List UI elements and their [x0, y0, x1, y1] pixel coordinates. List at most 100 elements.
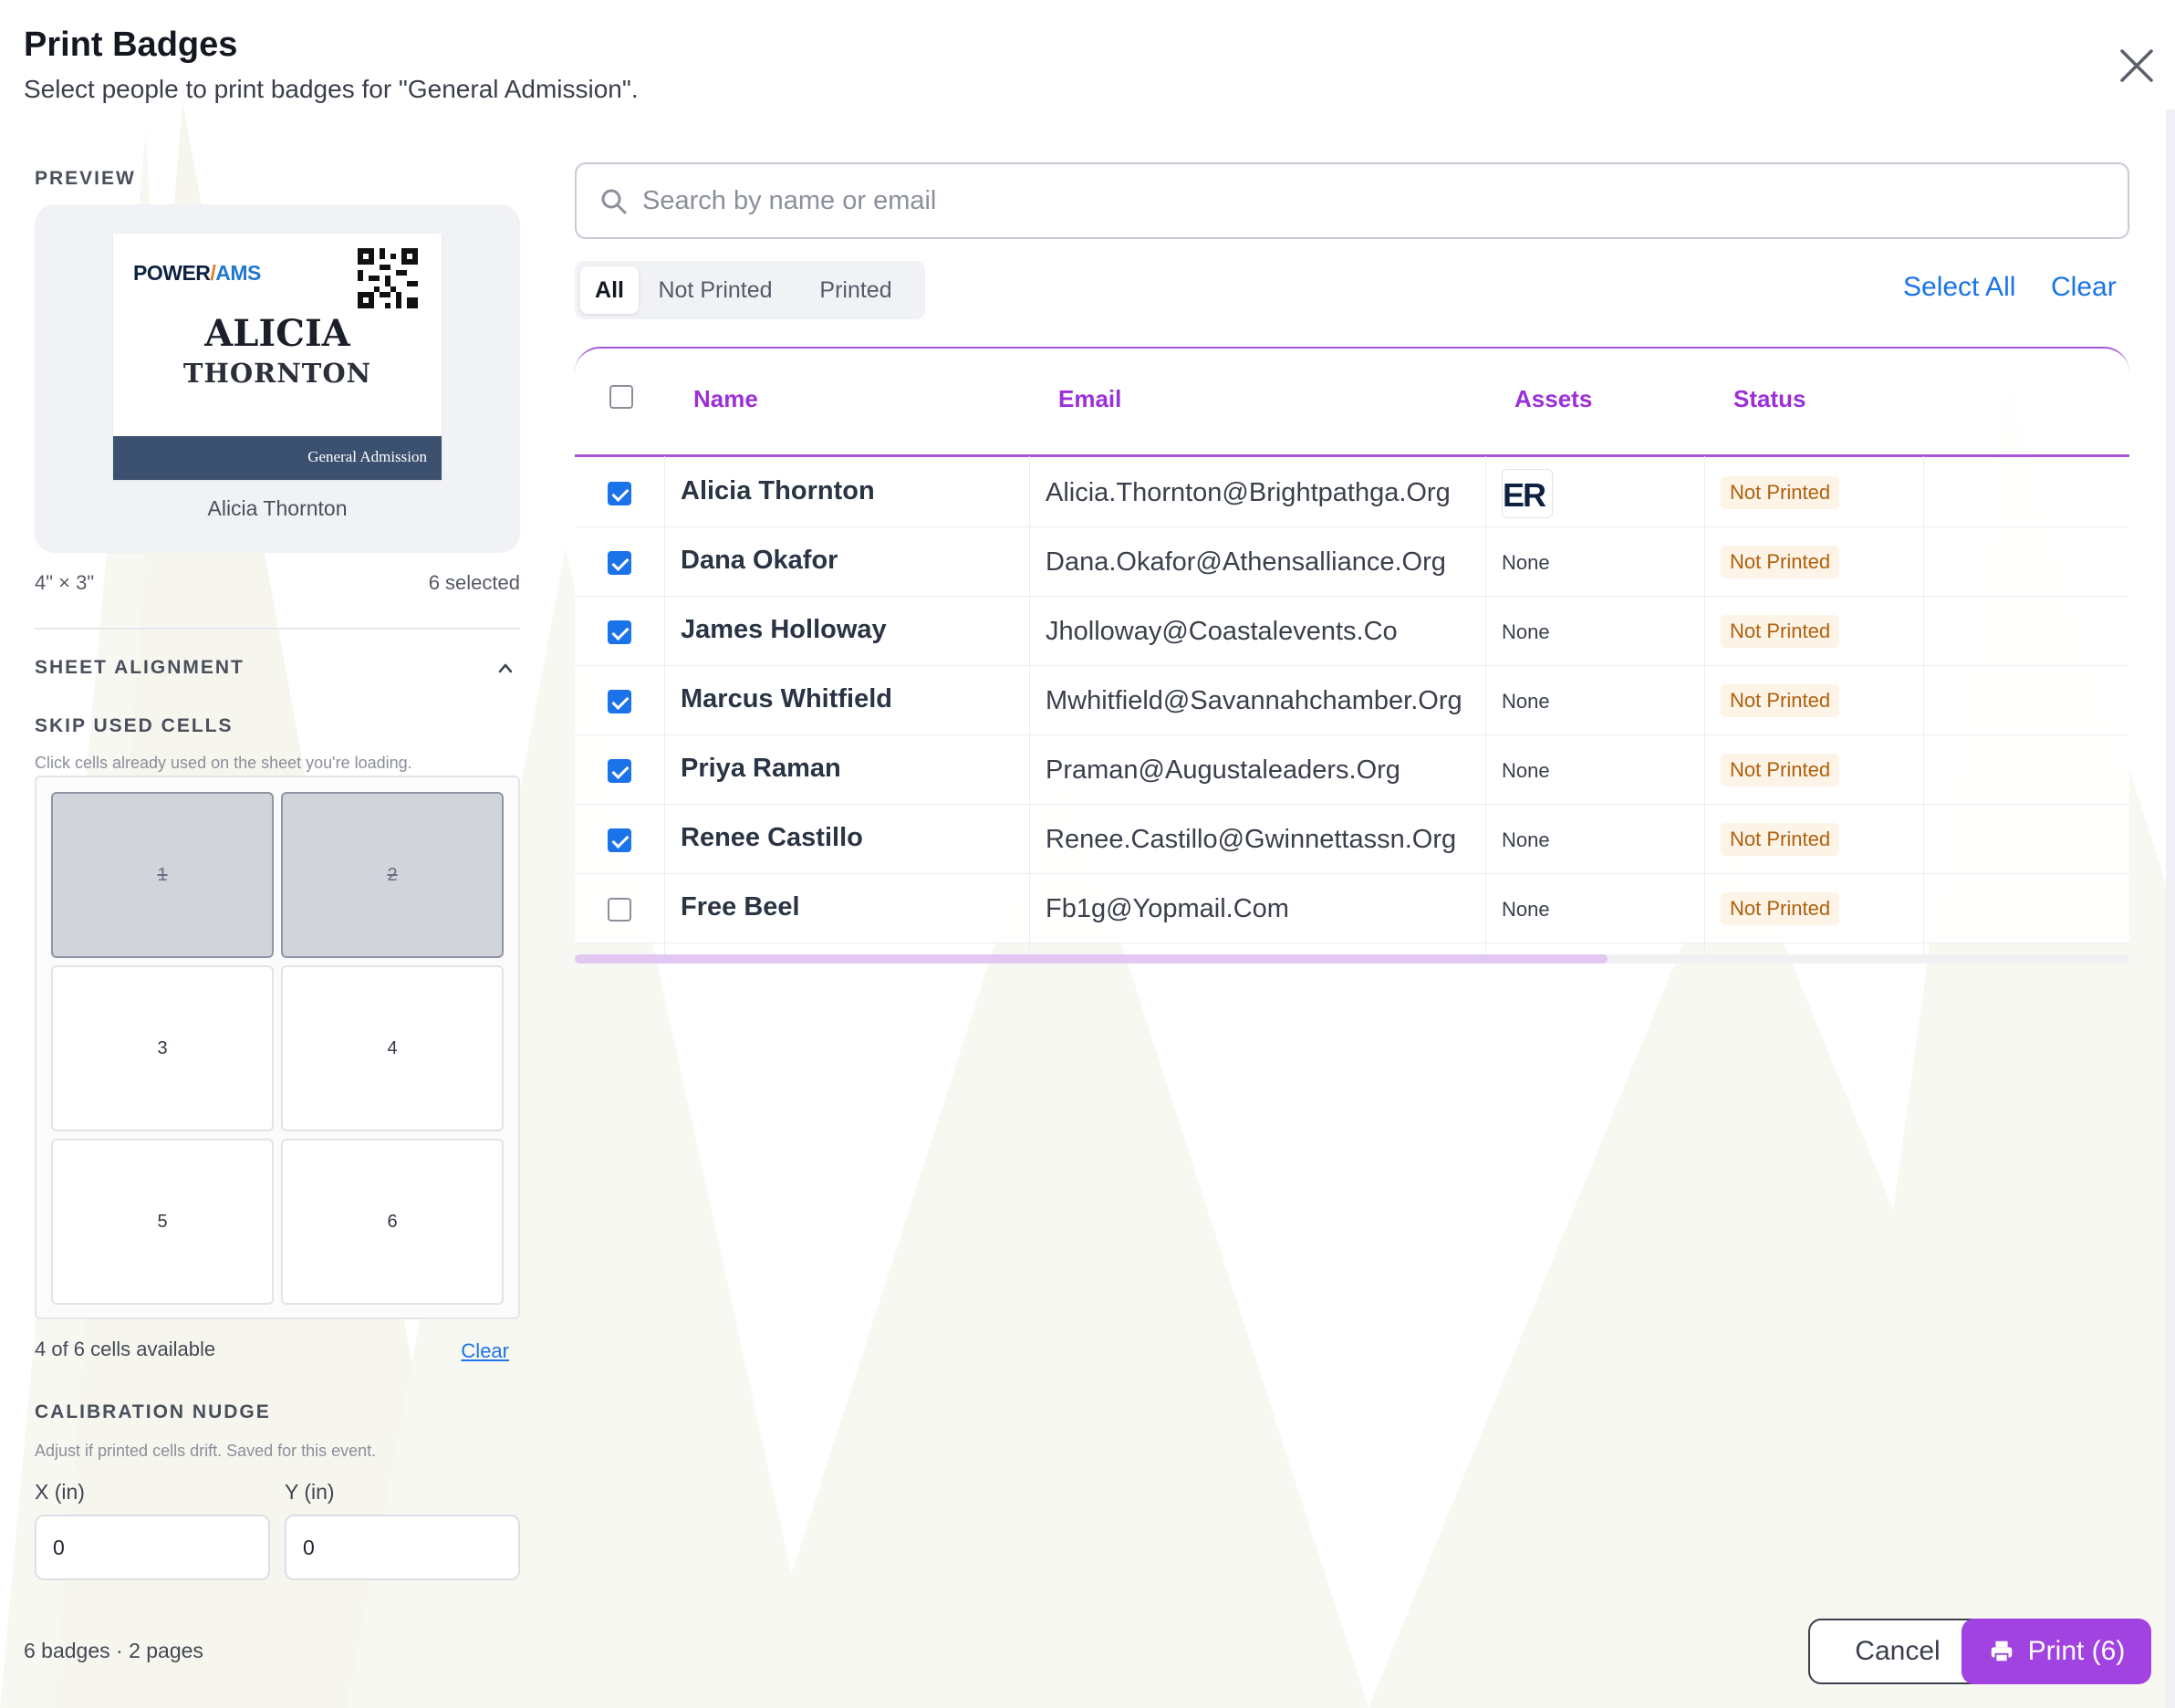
row-checkbox[interactable]	[608, 898, 631, 922]
x-offset-input[interactable]	[35, 1515, 270, 1580]
table-row[interactable]: Alicia Thornton Alicia.Thornton@Brightpa…	[575, 458, 2129, 527]
row-email: Alicia.Thornton@Brightpathga.Org	[1046, 478, 1451, 507]
row-assets: None	[1502, 690, 1550, 713]
tab-not-printed[interactable]: Not Printed	[646, 266, 785, 314]
table-row[interactable]: Free Beel Fb1g@Yopmail.Com None Not Prin…	[575, 874, 2129, 943]
column-header-assets[interactable]: Assets	[1514, 385, 1592, 413]
search-box	[575, 162, 2129, 239]
row-name: Renee Castillo	[681, 823, 863, 852]
print-button-label: Print (6)	[2027, 1636, 2126, 1666]
row-name: Marcus Whitfield	[681, 684, 893, 713]
clear-cells-link[interactable]: Clear	[420, 1339, 509, 1363]
row-checkbox[interactable]	[608, 828, 631, 852]
table-row[interactable]: Marcus Whitfield Mwhitfield@Savannahcham…	[575, 666, 2129, 735]
y-offset-input[interactable]	[285, 1515, 520, 1580]
row-assets: None	[1502, 620, 1550, 643]
table-row[interactable]: Dana Okafor Dana.Okafor@Athensalliance.O…	[575, 527, 2129, 597]
table-row[interactable]: James Holloway Jholloway@Coastalevents.C…	[575, 597, 2129, 666]
asset-thumbnail[interactable]: ER	[1502, 469, 1553, 518]
chevron-up-icon	[498, 663, 513, 673]
search-input[interactable]	[642, 172, 2102, 230]
cancel-button[interactable]: Cancel	[1808, 1619, 1987, 1684]
badge-first-name: ALICIA	[204, 312, 350, 355]
column-header-status[interactable]: Status	[1733, 385, 1806, 413]
search-icon	[601, 189, 627, 214]
sheet-cell-6[interactable]: 6	[281, 1139, 504, 1305]
print-summary: 6 badges · 2 pages	[24, 1639, 203, 1662]
row-name: Priya Raman	[681, 754, 841, 783]
clear-selection-button[interactable]: Clear	[2051, 272, 2117, 303]
column-header-email[interactable]: Email	[1058, 385, 1121, 413]
horizontal-scrollbar[interactable]	[575, 954, 2129, 963]
column-divider	[1485, 456, 1486, 956]
row-email: Renee.Castillo@Gwinnettassn.Org	[1046, 825, 1457, 854]
badge-dimensions: 4" × 3"	[35, 571, 95, 594]
vertical-scrollbar[interactable]	[2166, 109, 2175, 1708]
status-badge: Not Printed	[1721, 684, 1840, 717]
table-header-divider	[575, 454, 2129, 457]
badge-logo: POWER/AMS	[133, 261, 261, 285]
qr-code-icon	[358, 248, 418, 308]
preview-label: PREVIEW	[35, 168, 136, 189]
y-offset-label: Y (in)	[285, 1480, 335, 1504]
sheet-cell-4[interactable]: 4	[281, 965, 504, 1131]
badge-last-name: THORNTON	[182, 358, 372, 389]
row-email: Fb1g@Yopmail.Com	[1046, 894, 1289, 923]
scrollbar-thumb[interactable]	[575, 954, 1608, 963]
sheet-cell-1[interactable]: 1	[51, 792, 274, 958]
printer-icon	[1991, 1640, 2012, 1663]
status-filter-tabs: All Not Printed Printed	[575, 261, 925, 319]
attendee-table: Name Email Assets Status Alicia Thornton…	[575, 347, 2129, 965]
calibration-nudge-label: CALIBRATION NUDGE	[35, 1401, 271, 1422]
status-badge: Not Printed	[1721, 546, 1840, 578]
x-offset-label: X (in)	[35, 1480, 85, 1504]
table-row[interactable]: Renee Castillo Renee.Castillo@Gwinnettas…	[575, 805, 2129, 874]
cells-available-text: 4 of 6 cells available	[35, 1338, 216, 1360]
skip-used-cells-label: SKIP USED CELLS	[35, 715, 234, 736]
sheet-cell-5[interactable]: 5	[51, 1139, 274, 1305]
sheet-cell-grid: 1 2 3 4 5 6	[35, 776, 520, 1319]
row-assets: None	[1502, 828, 1550, 851]
select-all-checkbox[interactable]	[609, 385, 633, 409]
table-row[interactable]: Priya Raman Praman@Augustaleaders.Org No…	[575, 735, 2129, 805]
row-name: James Holloway	[681, 615, 887, 644]
row-checkbox[interactable]	[608, 551, 631, 575]
close-icon	[2120, 49, 2153, 82]
row-assets: None	[1502, 898, 1550, 921]
row-checkbox[interactable]	[608, 482, 631, 505]
column-divider	[1704, 456, 1705, 956]
collapse-sheet-alignment-button[interactable]	[493, 655, 518, 681]
row-checkbox[interactable]	[608, 759, 631, 783]
table-header: Name Email Assets Status	[575, 347, 2129, 456]
column-divider	[664, 456, 665, 956]
calibration-hint: Adjust if printed cells drift. Saved for…	[35, 1442, 377, 1460]
preview-person-name: Alicia Thornton	[207, 496, 348, 520]
sheet-cell-2[interactable]: 2	[281, 792, 504, 958]
sheet-cell-3[interactable]: 3	[51, 965, 274, 1131]
row-name: Dana Okafor	[681, 546, 838, 575]
dialog-title: Print Badges	[24, 26, 238, 64]
tab-printed[interactable]: Printed	[792, 266, 920, 314]
status-badge: Not Printed	[1721, 615, 1840, 648]
skip-used-cells-hint: Click cells already used on the sheet yo…	[35, 754, 412, 772]
badge-preview: POWER/AMS ALICIA THORNTON General Admiss…	[113, 234, 442, 480]
row-checkbox[interactable]	[608, 690, 631, 713]
column-divider	[1923, 456, 1924, 956]
row-checkbox[interactable]	[608, 620, 631, 644]
print-button[interactable]: Print (6)	[1962, 1619, 2151, 1684]
row-email: Praman@Augustaleaders.Org	[1046, 755, 1400, 785]
tab-all[interactable]: All	[580, 266, 639, 314]
close-button[interactable]	[2115, 44, 2159, 88]
select-all-button[interactable]: Select All	[1903, 272, 2015, 303]
row-email: Mwhitfield@Savannahchamber.Org	[1046, 686, 1462, 715]
dialog-subtitle: Select people to print badges for "Gener…	[24, 75, 639, 103]
divider	[35, 628, 520, 630]
row-assets: None	[1502, 551, 1550, 574]
badge-ticket-band: General Admission	[113, 436, 442, 480]
selected-count: 6 selected	[428, 571, 520, 594]
column-header-name[interactable]: Name	[693, 385, 758, 413]
row-name: Free Beel	[681, 892, 800, 922]
row-assets: None	[1502, 759, 1550, 782]
status-badge: Not Printed	[1721, 823, 1840, 856]
column-divider	[1029, 456, 1030, 956]
